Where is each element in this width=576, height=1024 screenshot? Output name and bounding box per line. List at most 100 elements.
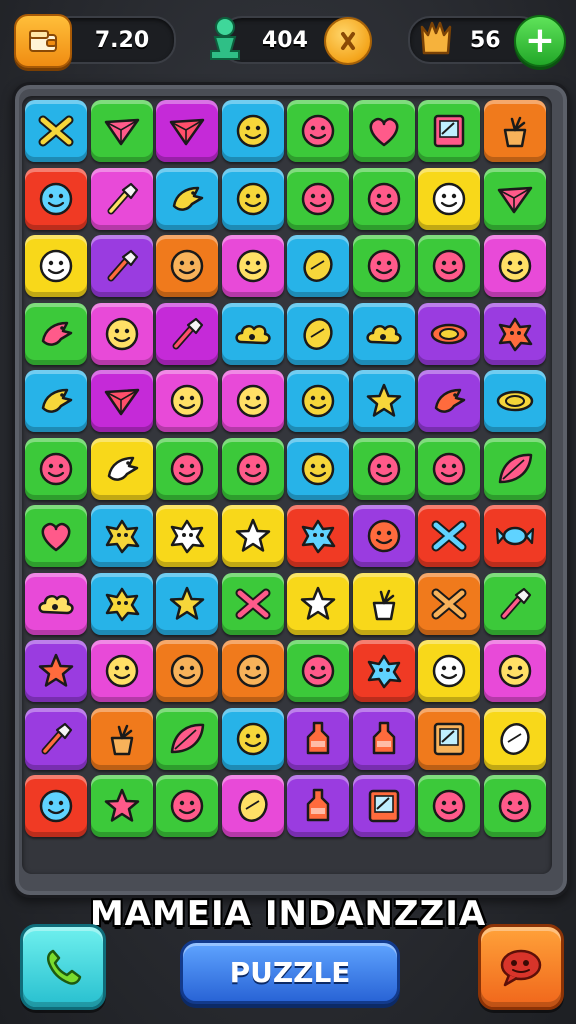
tile-face-r2c7[interactable]	[483, 235, 546, 297]
tile-face-r5c5[interactable]	[352, 437, 415, 500]
tile-oval-r3c4[interactable]	[287, 302, 349, 365]
tile-face-r6c5[interactable]	[352, 505, 415, 567]
tile-face-r4c4[interactable]	[287, 370, 349, 432]
tile-cloud-r3c5[interactable]	[352, 302, 415, 365]
tile-eye-r4c7[interactable]	[483, 370, 546, 432]
phone-button[interactable]	[20, 924, 106, 1010]
tile-heart-r6c0[interactable]	[25, 505, 87, 567]
puzzle-button[interactable]: PUZZLE	[180, 940, 400, 1004]
tile-star-r7c2[interactable]	[156, 572, 218, 635]
tile-frame-r0c6[interactable]	[418, 100, 480, 162]
face-icon	[301, 384, 335, 418]
tile-face-r10c6[interactable]	[418, 775, 480, 837]
tile-star-r8c0[interactable]	[25, 640, 87, 702]
tile-face-r4c3[interactable]	[221, 370, 284, 432]
tile-face-r10c2[interactable]	[156, 775, 218, 837]
tile-bird-r4c6[interactable]	[418, 370, 480, 432]
cross-icon	[235, 588, 270, 619]
tile-splat-r3c7[interactable]	[483, 302, 546, 365]
tile-cloud-r7c0[interactable]	[25, 572, 87, 635]
tile-triangle-r0c1[interactable]	[90, 100, 153, 162]
tile-face-r5c3[interactable]	[221, 437, 284, 500]
tile-bird-r5c1[interactable]	[90, 437, 153, 500]
tile-splat-r6c2[interactable]	[156, 505, 218, 567]
tile-face-r2c2[interactable]	[156, 235, 218, 297]
tile-cross-r7c3[interactable]	[221, 572, 284, 635]
tile-face-r8c4[interactable]	[287, 640, 349, 702]
eye-icon	[430, 323, 468, 344]
plant-icon	[372, 589, 395, 620]
tile-splat-r8c5[interactable]	[352, 640, 415, 702]
tile-bird-r4c0[interactable]	[25, 370, 87, 432]
tile-face-r2c0[interactable]	[25, 235, 87, 297]
tile-face-r1c5[interactable]	[352, 167, 415, 230]
tile-eye-r3c6[interactable]	[418, 302, 480, 365]
candy-icon	[495, 526, 534, 546]
tile-splat-r6c1[interactable]	[90, 505, 153, 567]
tile-face-r1c6[interactable]	[418, 167, 480, 230]
tile-cross-r7c6[interactable]	[418, 572, 480, 635]
tile-face-r2c6[interactable]	[418, 235, 480, 297]
tile-face-r10c0[interactable]	[25, 775, 87, 837]
plus-icon[interactable]: +	[514, 15, 566, 67]
tile-frame-r9c6[interactable]	[418, 707, 480, 770]
tile-bird-r3c0[interactable]	[25, 302, 87, 365]
tile-bottle-r9c5[interactable]	[352, 707, 415, 770]
tile-cross-r6c6[interactable]	[418, 505, 480, 567]
tile-star-r10c1[interactable]	[90, 775, 153, 837]
tile-face-r5c6[interactable]	[418, 437, 480, 500]
tile-frame-r10c5[interactable]	[352, 775, 415, 837]
tile-brush-r9c0[interactable]	[25, 707, 87, 770]
tile-face-r2c3[interactable]	[221, 235, 284, 297]
tile-face-r10c7[interactable]	[483, 775, 546, 837]
tile-brush-r7c7[interactable]	[483, 572, 546, 635]
face-icon	[301, 654, 335, 688]
tile-cross-r0c0[interactable]	[25, 100, 87, 162]
tile-oval-r2c4[interactable]	[287, 235, 349, 297]
tile-star-r7c4[interactable]	[287, 572, 349, 635]
tile-leaf-r5c7[interactable]	[483, 437, 546, 500]
brush-icon	[107, 249, 138, 282]
tile-plant-r9c1[interactable]	[90, 707, 153, 770]
tile-face-r1c0[interactable]	[25, 167, 87, 230]
tile-face-r3c1[interactable]	[90, 302, 153, 365]
tile-brush-r2c1[interactable]	[90, 235, 153, 297]
chat-button[interactable]	[478, 924, 564, 1010]
tile-star-r6c3[interactable]	[221, 505, 284, 567]
tile-splat-r6c4[interactable]	[287, 505, 349, 567]
tile-oval-r9c7[interactable]	[483, 707, 546, 770]
tile-brush-r1c1[interactable]	[90, 167, 153, 230]
tile-oval-r10c3[interactable]	[221, 775, 284, 837]
tile-splat-r7c1[interactable]	[90, 572, 153, 635]
tile-heart-r0c5[interactable]	[352, 100, 415, 162]
tile-face-r8c3[interactable]	[221, 640, 284, 702]
tile-face-r0c3[interactable]	[221, 100, 284, 162]
tile-face-r8c7[interactable]	[483, 640, 546, 702]
tile-face-r5c0[interactable]	[25, 437, 87, 500]
tile-face-r5c2[interactable]	[156, 437, 218, 500]
tile-brush-r3c2[interactable]	[156, 302, 218, 365]
tile-leaf-r9c2[interactable]	[156, 707, 218, 770]
tile-bird-r1c2[interactable]	[156, 167, 218, 230]
tile-face-r0c4[interactable]	[287, 100, 349, 162]
tile-bottle-r9c4[interactable]	[287, 707, 349, 770]
tile-triangle-r1c7[interactable]	[483, 167, 546, 230]
tile-face-r8c2[interactable]	[156, 640, 218, 702]
tile-face-r2c5[interactable]	[352, 235, 415, 297]
tile-cloud-r3c3[interactable]	[221, 302, 284, 365]
tile-face-r5c4[interactable]	[287, 437, 349, 500]
tile-triangle-r4c1[interactable]	[90, 370, 153, 432]
tile-triangle-r0c2[interactable]	[156, 100, 218, 162]
tile-face-r1c4[interactable]	[287, 167, 349, 230]
tile-face-r9c3[interactable]	[221, 707, 284, 770]
tile-bottle-r10c4[interactable]	[287, 775, 349, 837]
tile-plant-r0c7[interactable]	[483, 100, 546, 162]
wallet-icon[interactable]	[14, 14, 72, 68]
tile-candy-r6c7[interactable]	[483, 505, 546, 567]
tile-face-r4c2[interactable]	[156, 370, 218, 432]
tile-face-r8c1[interactable]	[90, 640, 153, 702]
tile-face-r1c3[interactable]	[221, 167, 284, 230]
tile-face-r8c6[interactable]	[418, 640, 480, 702]
tile-plant-r7c5[interactable]	[352, 572, 415, 635]
tile-star-r4c5[interactable]	[352, 370, 415, 432]
